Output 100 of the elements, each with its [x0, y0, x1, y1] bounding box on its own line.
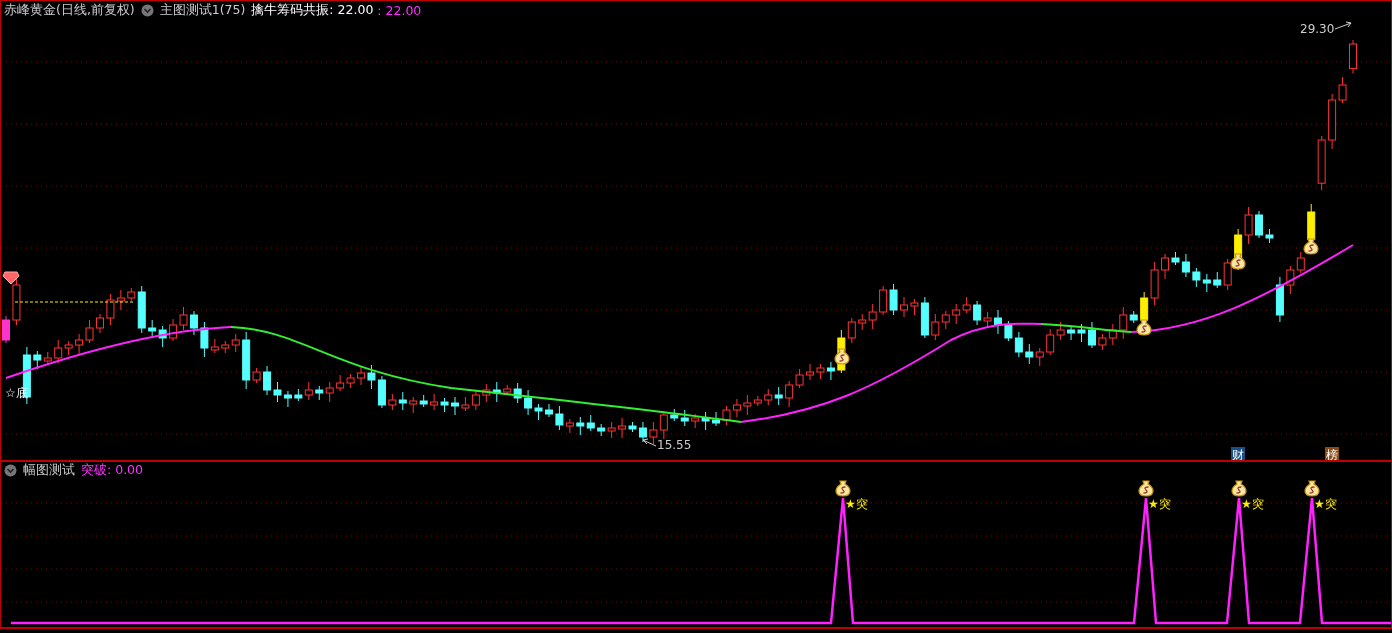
candlestick [670, 408, 679, 422]
candlestick [294, 388, 303, 402]
candlestick [430, 393, 439, 411]
candlestick [283, 390, 292, 408]
candlestick [722, 405, 731, 426]
candlestick [806, 363, 814, 381]
money-bag-icon [1303, 238, 1319, 255]
candlestick [545, 403, 553, 418]
pointer-arrow [1334, 21, 1352, 30]
high-price-label: 29.30 [1300, 22, 1335, 36]
collapse-icon[interactable] [4, 463, 17, 477]
candlestick [336, 374, 345, 392]
event-tag: 榜 [1325, 447, 1339, 460]
candlestick [315, 385, 324, 401]
indicator-name: 主图测试1(75) [159, 2, 246, 19]
candlestick [492, 381, 501, 403]
money-bag-icon [1304, 480, 1320, 497]
candlestick [1150, 261, 1159, 306]
candlestick [1108, 323, 1117, 346]
candlestick [1317, 135, 1326, 191]
candlestick [941, 310, 950, 330]
candlestick [388, 393, 397, 411]
money-bag-icon [1230, 253, 1246, 270]
money-bag-icon [1138, 480, 1154, 497]
candlestick [148, 319, 157, 339]
candlestick [1255, 210, 1263, 239]
candlestick [1056, 321, 1065, 341]
candlestick [659, 410, 668, 440]
candlestick [1035, 347, 1044, 367]
candlestick [1275, 276, 1284, 323]
money-bag-icon [1136, 319, 1152, 336]
collapse-icon[interactable] [140, 4, 154, 17]
candlestick [774, 386, 783, 406]
candlestick [1014, 331, 1023, 358]
candlestick [169, 318, 178, 342]
candlestick [419, 394, 428, 408]
candlestick [451, 396, 459, 416]
candlestick [1077, 323, 1086, 343]
signal-label: ★突 [1314, 497, 1337, 511]
candlestick [179, 306, 188, 331]
candlestick [879, 285, 888, 316]
candlestick [732, 398, 741, 418]
candlestick [12, 278, 21, 326]
candlestick [398, 391, 407, 411]
candlestick [2, 315, 10, 344]
candlestick [900, 296, 908, 318]
candlestick [680, 409, 689, 427]
candlestick [231, 333, 240, 353]
candlestick [367, 364, 376, 390]
candlestick [263, 365, 272, 396]
candlestick [325, 381, 334, 403]
candlestick [712, 411, 721, 427]
candlestick [273, 381, 282, 403]
candlestick [96, 313, 104, 334]
money-bag-icon [835, 480, 851, 497]
candlestick [461, 396, 470, 412]
indicator-value: 突破: 0.00 [81, 461, 144, 479]
candlestick [43, 351, 52, 365]
chart-title: 赤峰黄金(日线,前复权) [4, 2, 135, 19]
candlestick [189, 310, 198, 336]
candlestick [576, 416, 585, 436]
indicator-value: : 22.00 [377, 3, 422, 18]
candlestick [816, 363, 825, 380]
low-price-label: 15.55 [657, 438, 692, 452]
money-bag-icon [1231, 480, 1247, 497]
pointer-arrow [642, 438, 657, 447]
candlestick [1296, 251, 1305, 274]
candlestick [85, 319, 94, 344]
candlestick [1349, 39, 1357, 75]
candlestick [952, 303, 961, 325]
indicator-value: 擒牛筹码共振: 22.00 [251, 2, 374, 19]
signal-label: ★突 [1241, 497, 1264, 511]
candlestick [1098, 333, 1107, 351]
candlestick [221, 340, 230, 354]
candlestick [994, 309, 1002, 335]
candlestick [1286, 265, 1295, 295]
candlestick [357, 366, 365, 386]
candlestick [826, 361, 835, 381]
candlestick [649, 421, 658, 445]
candlestick [409, 396, 418, 414]
candlestick [1046, 328, 1055, 356]
candlestick [377, 375, 386, 409]
signal-label: ★突 [1148, 497, 1171, 511]
candlestick [440, 397, 449, 413]
candlestick [1067, 325, 1076, 341]
candlestick [607, 421, 616, 439]
candlestick [471, 390, 480, 411]
candlestick [1025, 343, 1034, 365]
candlestick [1202, 273, 1211, 293]
money-bag-icon [834, 348, 850, 365]
candlestick [795, 368, 804, 389]
candlestick [75, 333, 84, 355]
candlestick [785, 380, 794, 408]
candlestick [346, 373, 355, 389]
candlestick [304, 381, 313, 401]
candlestick [1192, 267, 1201, 288]
candlestick [482, 383, 491, 403]
candlestick [889, 283, 898, 316]
pane-title: 幅图测试 [23, 461, 75, 479]
candlestick [1265, 228, 1274, 244]
